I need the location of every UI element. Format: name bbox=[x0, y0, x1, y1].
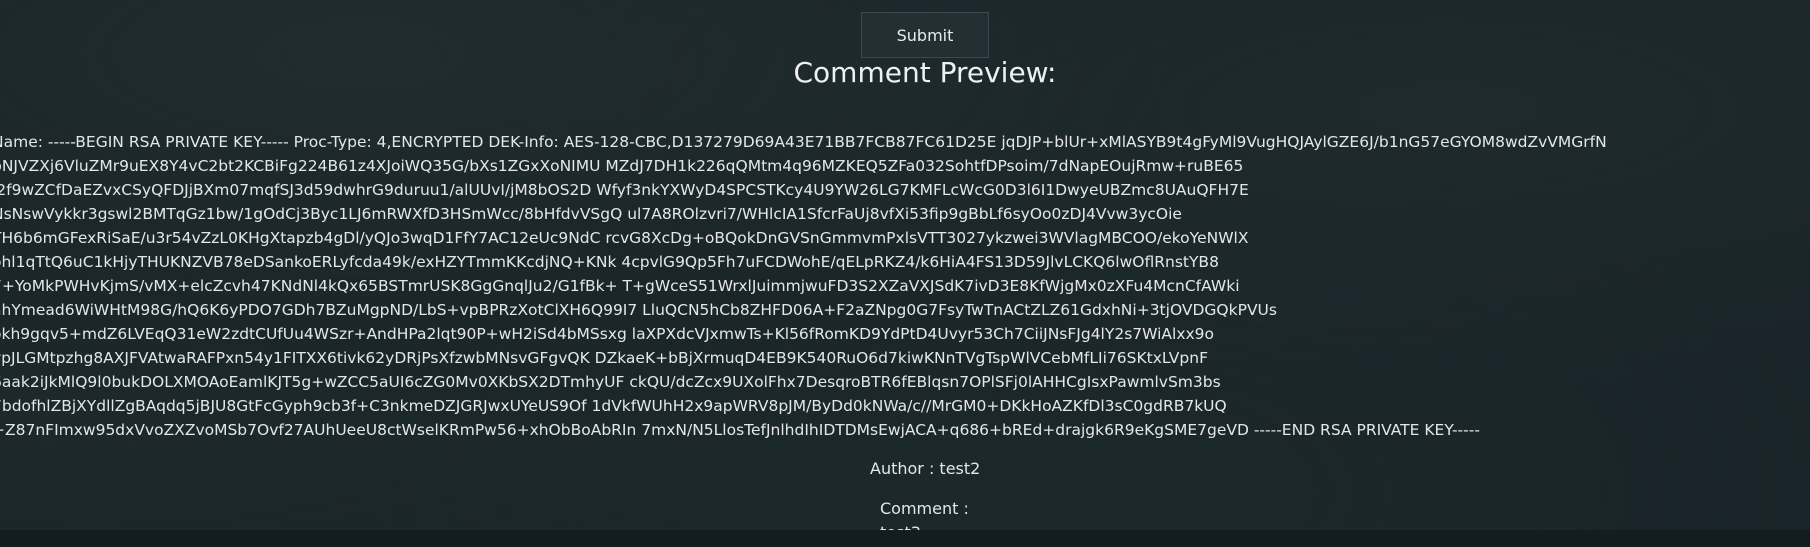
author-line: Author : test2 bbox=[870, 459, 981, 478]
preview-line: NsNswVykkr3gswl2BMTqGz1bw/1gOdCj3Byc1LJ6… bbox=[0, 205, 1182, 223]
preview-line: 6aak2iJkMlQ9l0bukDOLXMOAoEamlKJT5g+wZCC5… bbox=[0, 373, 1221, 391]
preview-line: okh9gqv5+mdZ6LVEqQ31eW2zdtCUfUu4WSzr+And… bbox=[0, 325, 1215, 343]
preview-line: 7bdofhlZBjXYdllZgBAqdq5jBJU8GtFcGyph9cb3… bbox=[0, 397, 1227, 415]
preview-line: ohl1qTtQ6uC1kHjyTHUKNZVB78eDSankoERLyfcd… bbox=[0, 253, 1219, 271]
comment-preview-body: Name: -----BEGIN RSA PRIVATE KEY----- Pr… bbox=[0, 130, 1782, 442]
preview-line: bNJVZXj6VluZMr9uEX8Y4vC2bt2KCBiFg224B61z… bbox=[0, 157, 1244, 175]
preview-line: TH6b6mGFexRiSaE/u3r54vZzL0KHgXtapzb4gDl/… bbox=[0, 229, 1249, 247]
preview-line: Name: -----BEGIN RSA PRIVATE KEY----- Pr… bbox=[0, 133, 1607, 151]
comment-label: Comment : bbox=[880, 499, 969, 518]
preview-line: ahYmead6WiWHtM98G/hQ6K6yPDO7GDh7BZuMgpND… bbox=[0, 301, 1277, 319]
comment-preview-title: Comment Preview: bbox=[793, 56, 1057, 89]
preview-line: vpJLGMtpzhg8AXJFVAtwaRAFPxn54y1FITXX6tiv… bbox=[0, 349, 1208, 367]
bottom-bar bbox=[0, 530, 1810, 547]
preview-line: l2f9wZCfDaEZvxCSyQFDJjBXm07mqfSJ3d59dwhr… bbox=[0, 181, 1249, 199]
preview-line: +Z87nFImxw95dxVvoZXZvoMSb7Ovf27AUhUeeU8c… bbox=[0, 421, 1480, 439]
submit-button[interactable]: Submit bbox=[861, 12, 989, 58]
preview-line: 7+YoMkPWHvKjmS/vMX+elcZcvh47KNdNl4kQx65B… bbox=[0, 277, 1240, 295]
